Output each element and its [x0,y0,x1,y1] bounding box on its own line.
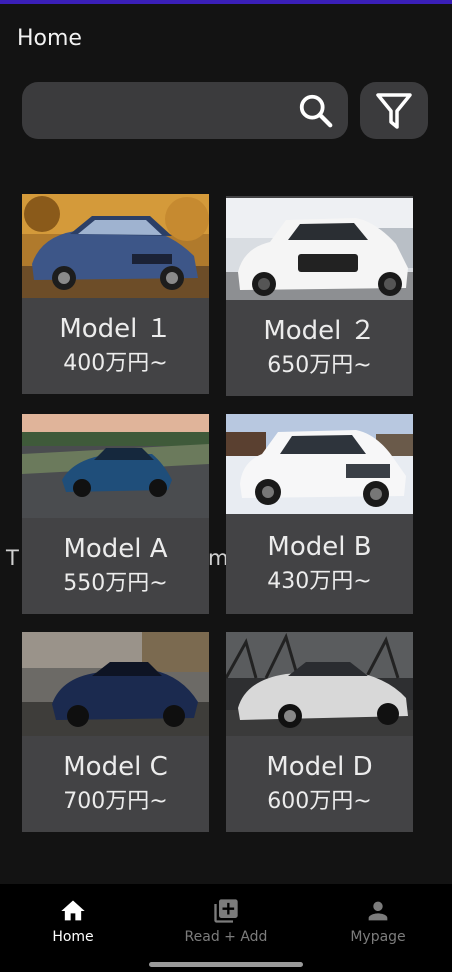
car-card-info: Model １ 400万円~ [22,298,209,394]
car-card-model-b[interactable]: Model B 430万円~ [226,414,413,614]
car-card-info: Model C 700万円~ [22,736,209,832]
car-price: 650万円~ [267,353,372,378]
car-model-name: Model D [266,752,373,782]
car-photo-white-suv [226,414,413,514]
car-price: 600万円~ [267,789,372,814]
person-icon [368,901,388,921]
nav-label-home: Home [52,929,94,945]
car-card-model-c[interactable]: Model C 700万円~ [22,632,209,832]
car-price: 430万円~ [267,569,372,594]
search-button[interactable] [296,91,336,131]
search-input[interactable] [22,82,348,139]
home-icon [61,900,85,921]
top-accent-bar [0,0,452,4]
search-icon [299,94,333,128]
background-text-left: T [6,546,19,570]
library-add-icon [214,899,238,923]
gesture-bar[interactable] [149,962,303,967]
bottom-navigation: Home Read + Add Mypage [0,884,452,972]
car-card-info: Model ２ 650万円~ [226,300,413,396]
car-photo-silver-coupe [226,632,413,736]
car-model-name: Model B [267,532,372,562]
car-card-model-2[interactable]: Model ２ 650万円~ [226,196,413,396]
car-price: 400万円~ [63,351,168,376]
car-photo-blue-sports-car [22,414,209,518]
car-model-name: Model １ [59,314,172,344]
nav-label-read-add: Read + Add [184,929,268,945]
app-screen: Home T m Model １ 400万円~ Model ２ 650万円~ M… [0,0,452,972]
nav-item-mypage[interactable]: Mypage [318,896,438,945]
car-card-info: Model B 430万円~ [226,514,413,614]
car-photo-dark-supercar [22,632,209,736]
filter-icon [376,92,412,129]
car-card-model-1[interactable]: Model １ 400万円~ [22,194,209,394]
car-card-info: Model D 600万円~ [226,736,413,832]
car-model-name: Model C [63,752,168,782]
page-title: Home [17,26,82,51]
car-photo-blue-sedan [22,194,209,298]
nav-item-read-add[interactable]: Read + Add [166,896,286,945]
nav-label-mypage: Mypage [350,929,406,945]
car-card-info: Model A 550万円~ [22,518,209,614]
car-price: 550万円~ [63,571,168,596]
nav-item-home[interactable]: Home [13,896,133,945]
filter-button[interactable] [360,82,428,139]
car-price: 700万円~ [63,789,168,814]
car-card-model-d[interactable]: Model D 600万円~ [226,632,413,832]
car-model-name: Model ２ [263,316,376,346]
car-model-name: Model A [63,534,168,564]
car-photo-white-hatchback [226,198,413,300]
car-card-model-a[interactable]: Model A 550万円~ [22,414,209,614]
